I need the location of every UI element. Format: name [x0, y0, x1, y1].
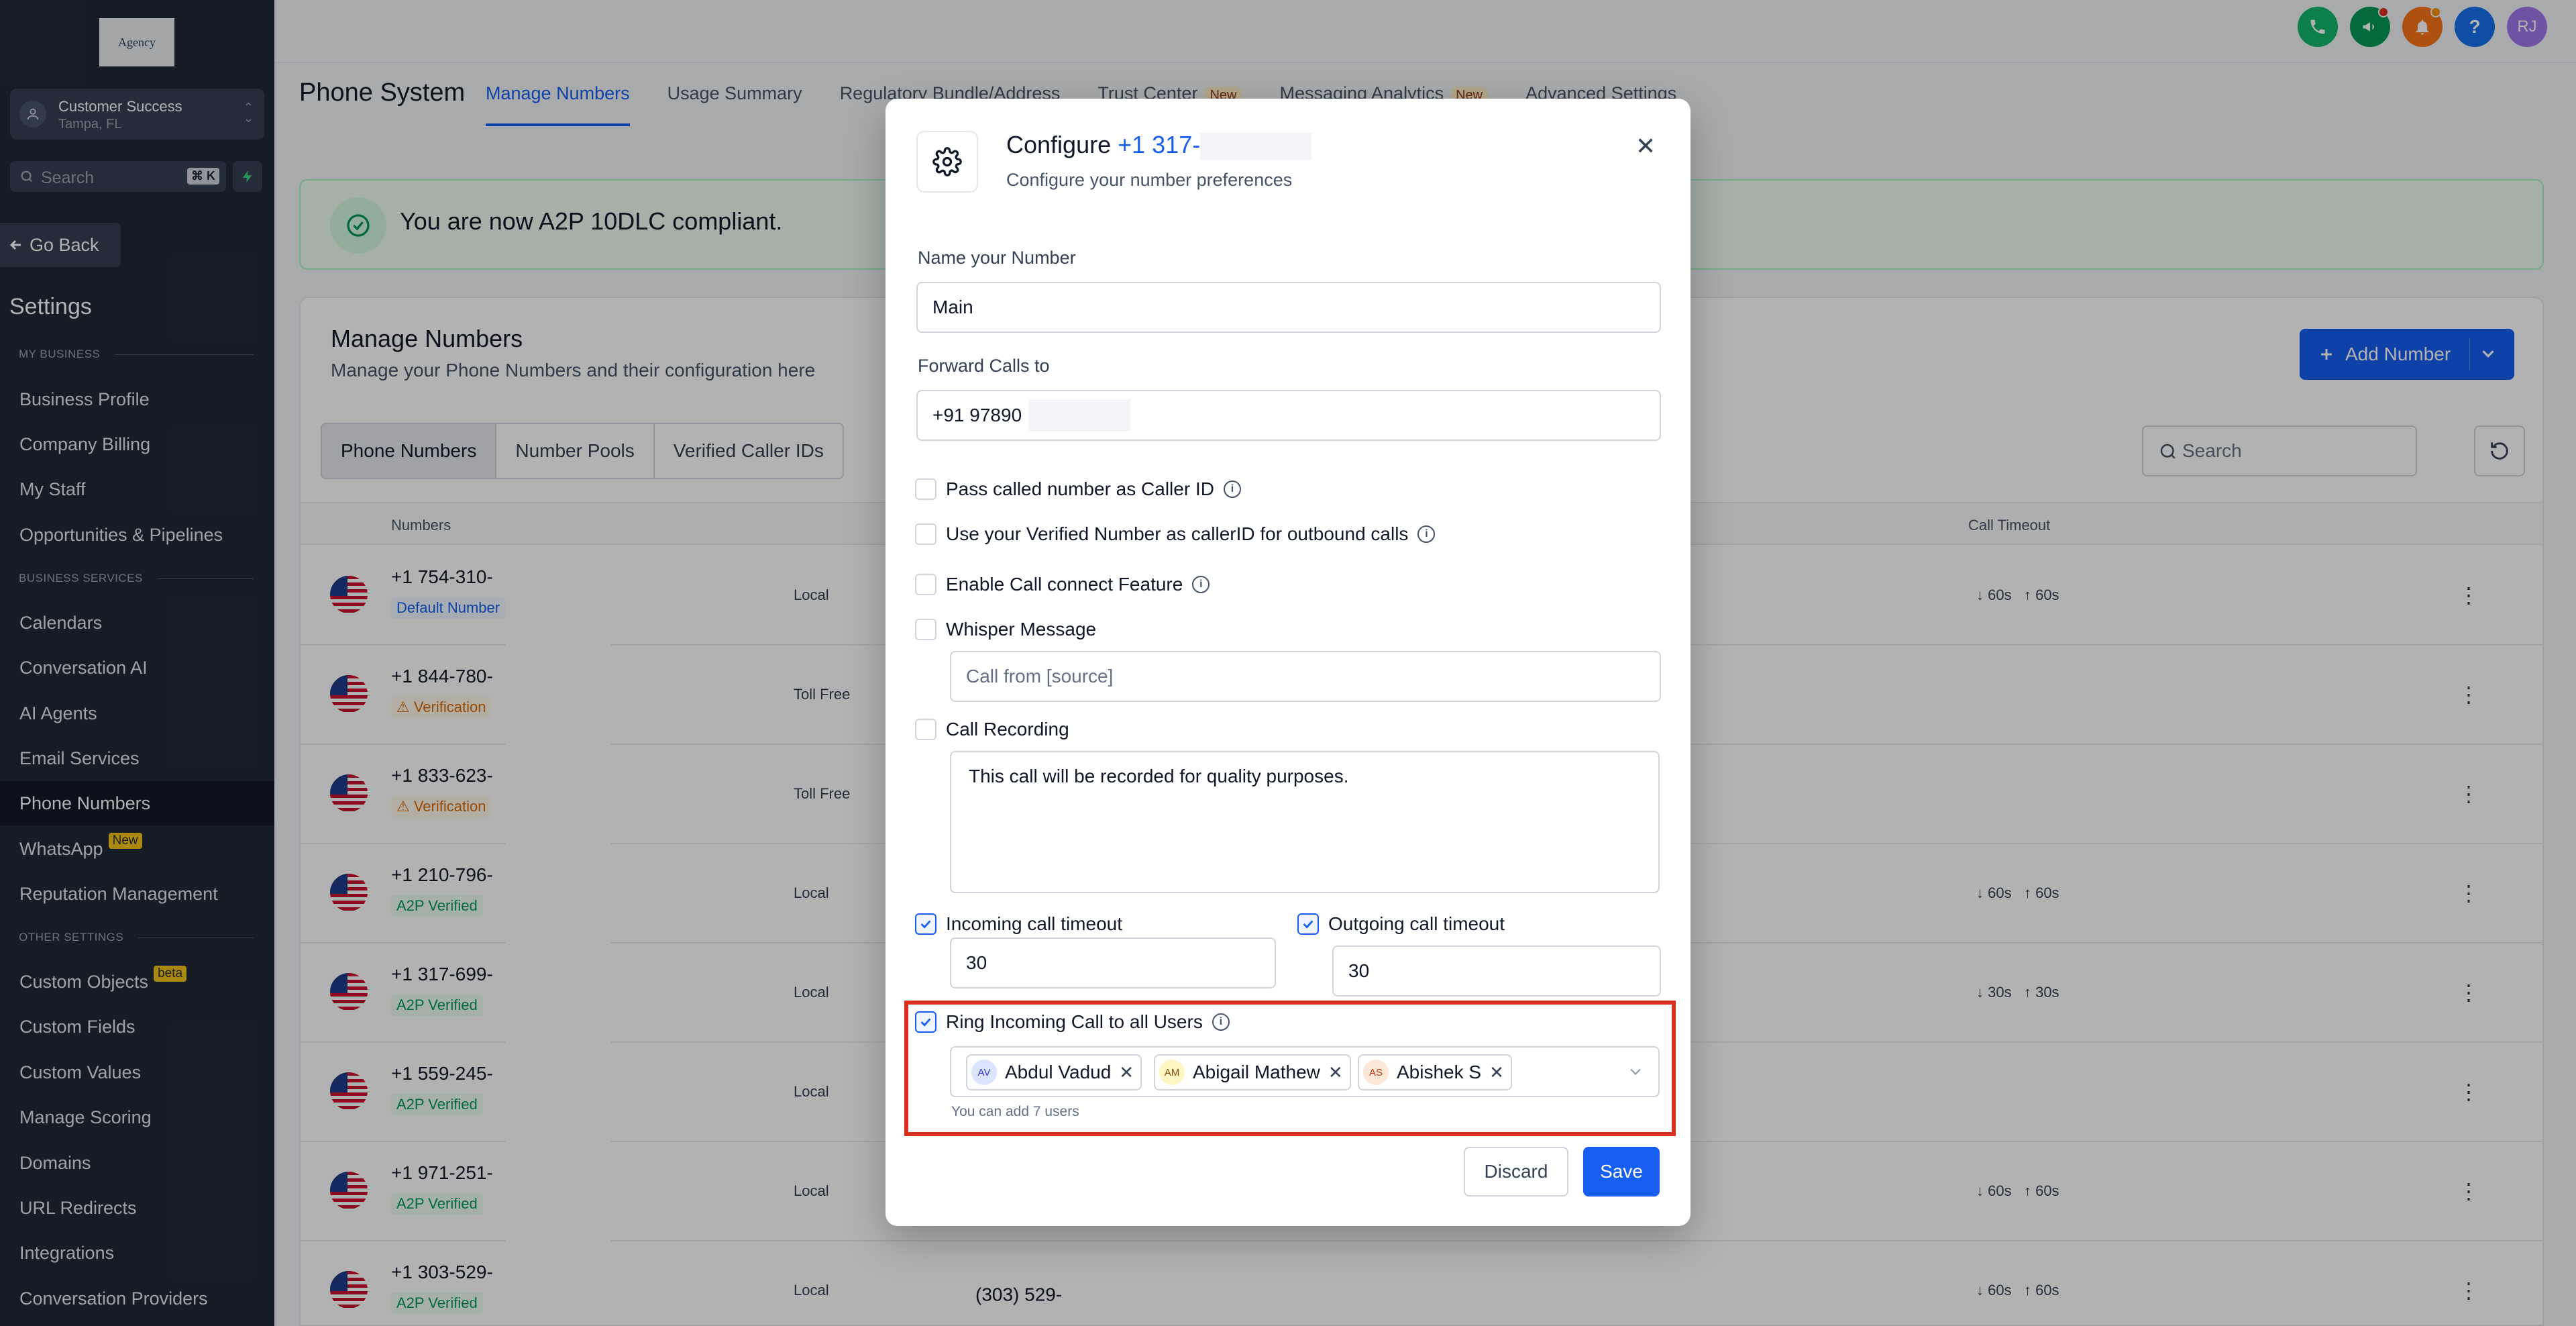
incoming-timeout-checkbox[interactable]	[915, 913, 936, 935]
user-chip: AV Abdul Vadud ✕	[966, 1054, 1142, 1090]
close-icon[interactable]: ✕	[1635, 132, 1656, 160]
whisper-checkbox[interactable]	[915, 619, 936, 640]
check-icon	[920, 920, 931, 929]
user-name: Abishek S	[1397, 1062, 1482, 1082]
info-icon[interactable]: i	[1192, 576, 1210, 593]
outgoing-timeout-input[interactable]: 30	[1332, 946, 1661, 997]
remove-user-icon[interactable]: ✕	[1119, 1062, 1134, 1083]
outgoing-timeout-option: Outgoing call timeout	[1297, 913, 1505, 935]
pass-caller-id-option: Pass called number as Caller ID i	[915, 478, 1241, 500]
call-recording-option: Call Recording	[915, 719, 1069, 740]
forward-label: Forward Calls to	[918, 356, 1050, 376]
user-initials: AM	[1159, 1060, 1185, 1085]
configure-number-modal: Configure +1 317- Configure your number …	[885, 99, 1690, 1226]
remove-user-icon[interactable]: ✕	[1489, 1062, 1504, 1083]
info-icon[interactable]: i	[1223, 480, 1241, 498]
chevron-down-icon[interactable]	[1626, 1062, 1645, 1081]
call-connect-checkbox[interactable]	[915, 574, 936, 595]
users-multiselect[interactable]: AV Abdul Vadud ✕ AM Abigail Mathew ✕ AS …	[950, 1046, 1660, 1097]
users-hint: You can add 7 users	[951, 1104, 1079, 1119]
incoming-timeout-input[interactable]: 30	[950, 937, 1276, 988]
outgoing-timeout-checkbox[interactable]	[1297, 913, 1319, 935]
verified-caller-id-option: Use your Verified Number as callerID for…	[915, 523, 1436, 545]
info-icon[interactable]: i	[1212, 1013, 1230, 1031]
verified-caller-id-checkbox[interactable]	[915, 523, 936, 545]
user-initials: AS	[1363, 1060, 1389, 1085]
user-initials: AV	[971, 1060, 997, 1085]
gear-icon	[916, 131, 978, 193]
pass-caller-id-checkbox[interactable]	[915, 478, 936, 500]
modal-title: Configure +1 317-	[1006, 131, 1312, 160]
modal-subtitle: Configure your number preferences	[1006, 170, 1293, 190]
user-name: Abdul Vadud	[1005, 1062, 1112, 1082]
recording-message-textarea[interactable]: This call will be recorded for quality p…	[950, 751, 1660, 893]
incoming-timeout-option: Incoming call timeout	[915, 913, 1122, 935]
whisper-message-input[interactable]: Call from [source]	[950, 651, 1661, 702]
check-icon	[920, 1018, 931, 1027]
save-button[interactable]: Save	[1583, 1147, 1660, 1196]
forward-calls-input[interactable]: +91 97890	[916, 390, 1661, 441]
user-name: Abigail Mathew	[1193, 1062, 1320, 1082]
user-chip: AS Abishek S ✕	[1358, 1054, 1512, 1090]
info-icon[interactable]: i	[1417, 525, 1436, 543]
call-connect-option: Enable Call connect Feature i	[915, 574, 1210, 595]
name-input[interactable]: Main	[916, 282, 1661, 333]
modal-phone-number: +1 317-	[1118, 131, 1201, 158]
ring-all-users-option: Ring Incoming Call to all Users i	[915, 1011, 1230, 1033]
whisper-option: Whisper Message	[915, 619, 1096, 640]
call-recording-checkbox[interactable]	[915, 719, 936, 740]
user-chip: AM Abigail Mathew ✕	[1154, 1054, 1351, 1090]
name-label: Name your Number	[918, 248, 1076, 268]
check-icon	[1303, 920, 1313, 929]
discard-button[interactable]: Discard	[1464, 1147, 1568, 1196]
ring-all-users-checkbox[interactable]	[915, 1011, 936, 1033]
remove-user-icon[interactable]: ✕	[1328, 1062, 1343, 1083]
